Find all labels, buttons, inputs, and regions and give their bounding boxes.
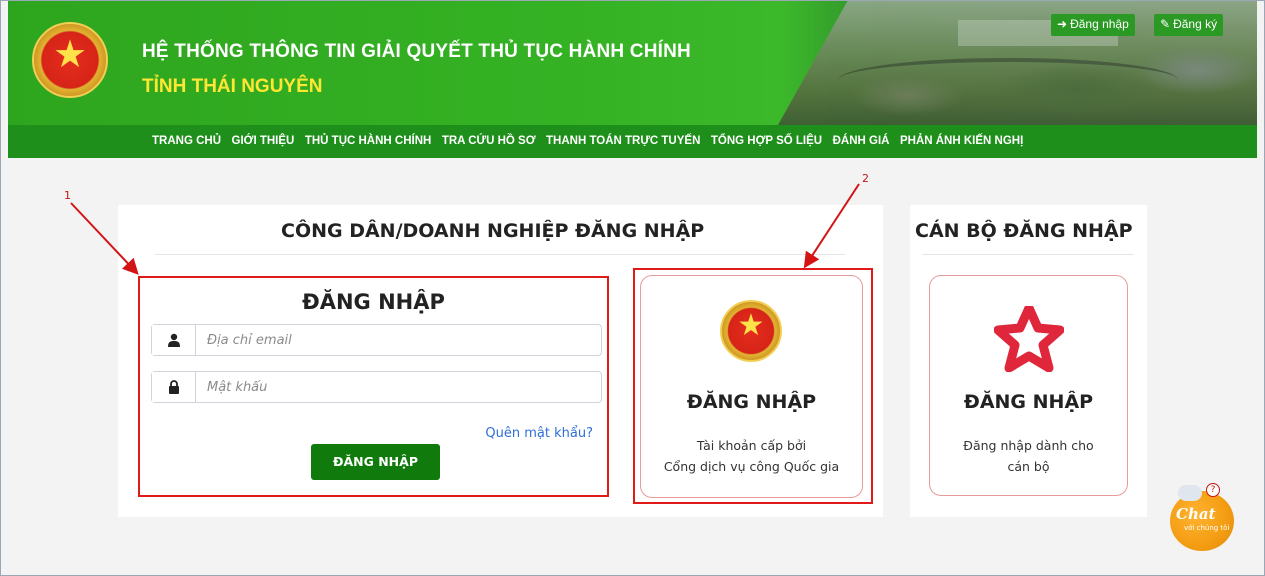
arrow-1 <box>70 202 139 275</box>
annotation-label-1: 1 <box>64 189 71 202</box>
chat-widget-button[interactable]: ? Chat với chúng tôi <box>1170 483 1234 551</box>
chat-label: Chat <box>1176 505 1216 523</box>
annotation-label-2: 2 <box>862 172 869 185</box>
chat-bubble-icon <box>1178 485 1202 501</box>
annotation-arrows <box>70 183 860 275</box>
chat-sublabel: với chúng tôi <box>1184 524 1230 532</box>
question-icon: ? <box>1206 483 1220 497</box>
arrow-2 <box>803 183 860 269</box>
